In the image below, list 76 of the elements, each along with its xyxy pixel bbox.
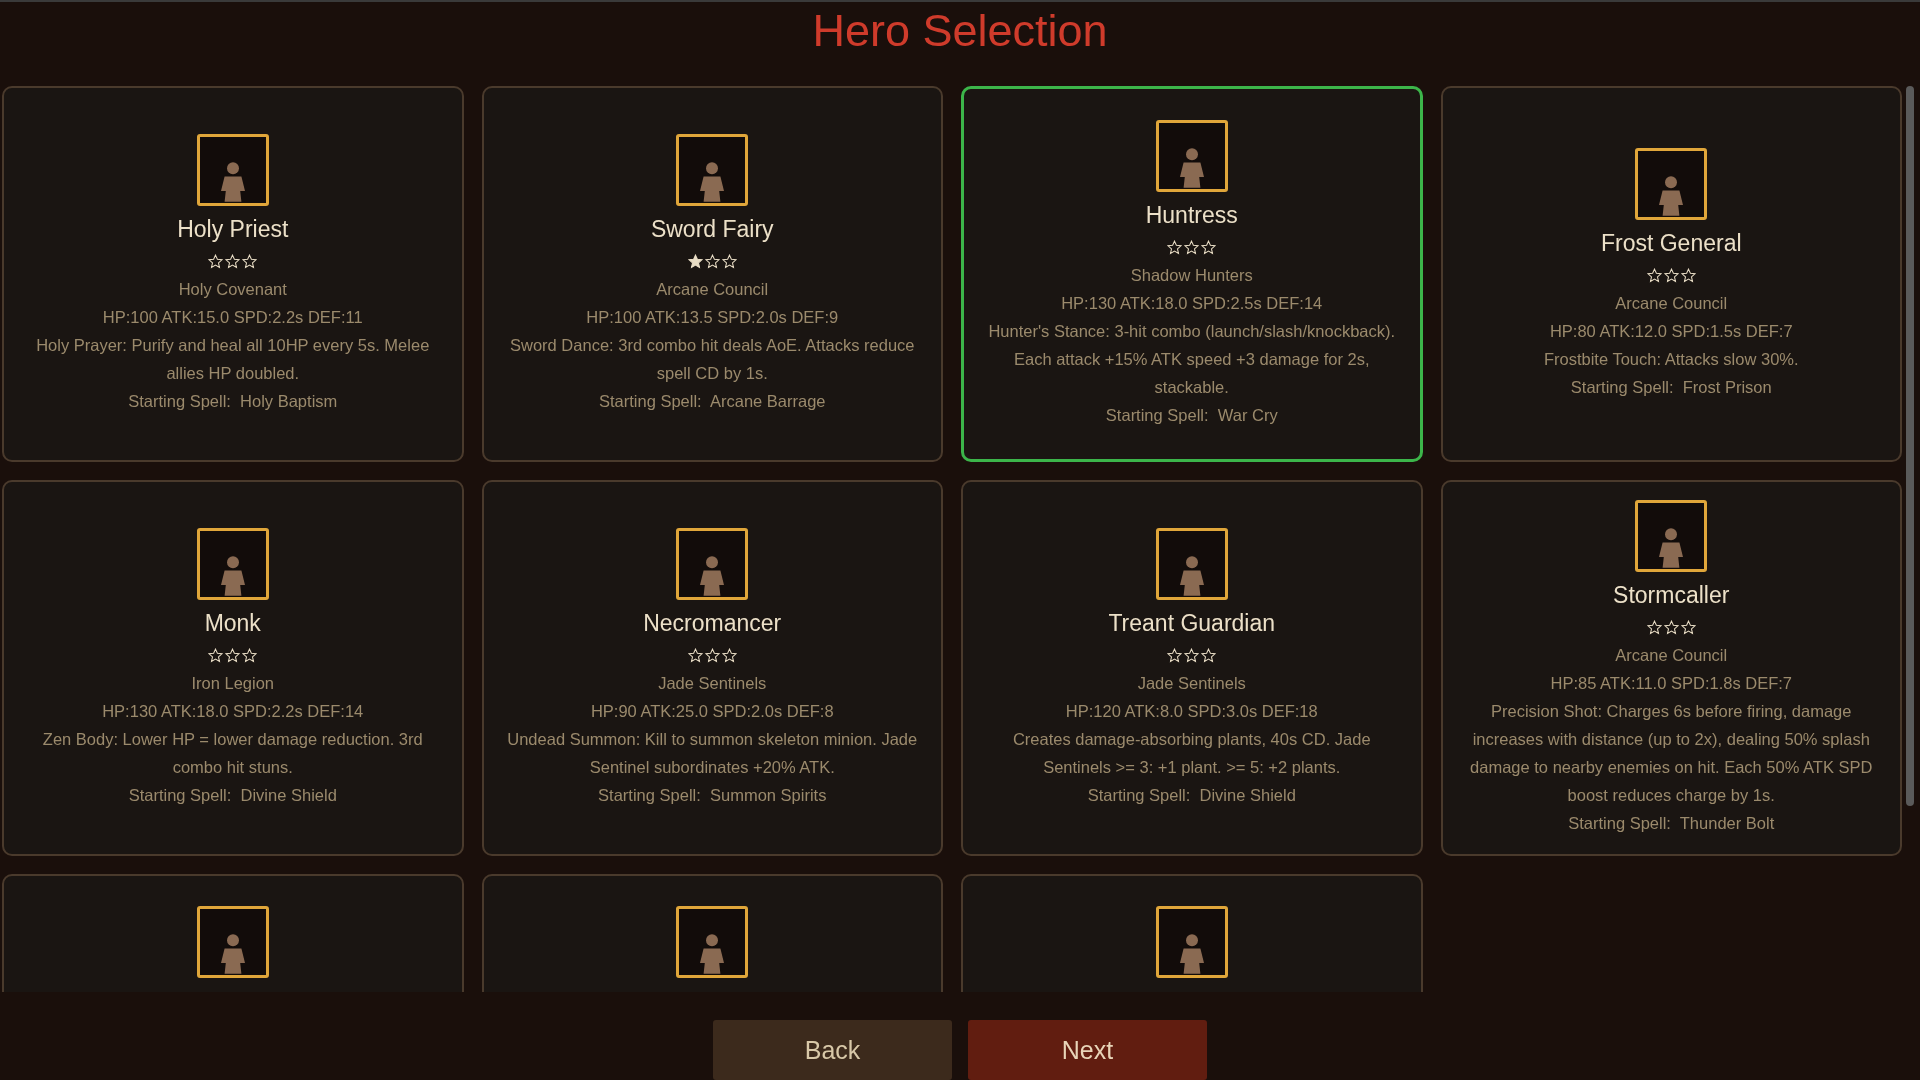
scrollbar-thumb[interactable]: [1906, 86, 1914, 806]
starting-spell-text: Starting Spell: Thunder Bolt: [1568, 812, 1775, 834]
empty-star-icon: [704, 647, 720, 663]
starting-spell-text: Starting Spell: Summon Spirits: [598, 784, 827, 806]
starting-spell-text: Starting Spell: Divine Shield: [1087, 784, 1296, 806]
starting-spell-text: Starting Spell: War Cry: [1105, 404, 1278, 426]
starting-spell-text: Starting Spell: Frost Prison: [1570, 376, 1772, 398]
faction-label: Arcane Council: [656, 278, 769, 300]
starting-spell-text: Starting Spell: Divine Shield: [128, 784, 337, 806]
stats-text: HP:85 ATK:11.0 SPD:1.8s DEF:7: [1550, 672, 1792, 694]
hero-card[interactable]: Sword Fairy Arcane Council HP:100 ATK:13.5 SPD:2.0s DEF:9 Sword Dance: 3rd combo hit deals AoE. Attacks reduce spell CD by 1s. Starting Spell: Arcane Barrage: [481, 86, 943, 462]
empty-star-icon: [208, 647, 224, 663]
empty-star-icon: [1167, 647, 1183, 663]
ability-text: Zen Body: Lower HP = lower damage reduction. 3rd combo hit stuns.: [41, 728, 424, 778]
hero-card[interactable]: Treant Guardian Jade Sentinels HP:120 ATK:8.0 SPD:3.0s DEF:18 Creates damage-absorbing plants, 40s CD. Jade Sentinels >= 3: +1 plant. >= 5: +2 plants. Starting Spell: Divine Shield: [961, 480, 1423, 856]
hero-card[interactable]: Holy Priest Holy Covenant HP:100 ATK:15.0 SPD:2.2s DEF:11 Holy Prayer: Purify and heal all 10HP every 5s. Melee allies HP doubled. Starting Spell: Holy Baptism: [2, 86, 464, 462]
empty-star-icon: [242, 647, 258, 663]
empty-star-icon: [721, 647, 737, 663]
hero-name: Holy Priest: [177, 214, 289, 244]
ability-text: Sword Dance: 3rd combo hit deals AoE. Attacks reduce spell CD by 1s.: [509, 334, 916, 384]
hero-card[interactable]: Monk Iron Legion HP:130 ATK:18.0 SPD:2.2s DEF:14 Zen Body: Lower HP = lower damage reduction. 3rd combo hit stuns. Starting Spell: Divine Shield: [2, 480, 464, 856]
hero-card[interactable]: Necromancer Jade Sentinels HP:90 ATK:25.0 SPD:2.0s DEF:8 Undead Summon: Kill to summon skeleton minion. Jade Sentinel subordinates +20% ATK. Starting Spell: Summon Spirits: [481, 480, 943, 856]
empty-star-icon: [1646, 267, 1662, 283]
hero-card[interactable]: Frost General Arcane Council HP:80 ATK:12.0 SPD:1.5s DEF:7 Frostbite Touch: Attacks slow 30%. Starting Spell: Frost Prison: [1440, 86, 1902, 462]
stats-text: HP:100 ATK:15.0 SPD:2.2s DEF:11: [102, 306, 363, 328]
faction-label: Holy Covenant: [178, 278, 287, 300]
faction-label: Arcane Council: [1615, 644, 1728, 666]
faction-label: Iron Legion: [191, 672, 275, 694]
filled-star-icon: [687, 253, 703, 269]
hero-name: Treant Guardian: [1108, 608, 1276, 638]
faction-label: Shadow Hunters: [1130, 264, 1253, 286]
starting-spell-text: Starting Spell: Arcane Barrage: [598, 390, 826, 412]
empty-star-icon: [721, 253, 737, 269]
empty-star-icon: [1680, 267, 1696, 283]
hero-name: Frost General: [1600, 228, 1742, 258]
empty-star-icon: [1201, 239, 1217, 255]
hero-name: Monk: [204, 608, 261, 638]
empty-star-icon: [1184, 239, 1200, 255]
next-button[interactable]: Next: [968, 1020, 1207, 1080]
ability-text: Frostbite Touch: Attacks slow 30%.: [1543, 348, 1799, 370]
empty-star-icon: [687, 647, 703, 663]
hero-card[interactable]: [1440, 480, 1902, 856]
empty-star-icon: [1663, 619, 1679, 635]
empty-star-icon: [1201, 647, 1217, 663]
hero-name: Huntress: [1145, 200, 1238, 230]
empty-star-icon: [1184, 647, 1200, 663]
empty-star-icon: [225, 647, 241, 663]
stats-text: HP:130 ATK:18.0 SPD:2.5s DEF:14: [1061, 292, 1323, 314]
ability-text: Hunter's Stance: 3-hit combo (launch/slash/knockback).: [988, 320, 1396, 342]
stats-text: HP:130 ATK:18.0 SPD:2.2s DEF:14: [102, 700, 364, 722]
ability-text: Creates damage-absorbing plants, 40s CD. Jade Sentinels >= 3: +1 plant. >= 5: +2 plants.: [1011, 728, 1372, 778]
back-button[interactable]: Back: [713, 1020, 952, 1080]
page-title: Hero Selection: [811, 4, 1109, 58]
empty-star-icon: [1663, 267, 1679, 283]
stats-text: HP:80 ATK:12.0 SPD:1.5s DEF:7: [1549, 320, 1793, 342]
ability-text: Undead Summon: Kill to summon skeleton minion. Jade Sentinel subordinates +20% ATK.: [506, 728, 919, 778]
empty-star-icon: [242, 253, 258, 269]
empty-star-icon: [1646, 619, 1662, 635]
starting-spell-text: Starting Spell: Holy Baptism: [128, 390, 338, 412]
faction-label: Jade Sentinels: [1137, 672, 1246, 694]
ability-text: Precision Shot: Charges 6s before firing, damage increases with distance (up to 2x), dealing 50% splash damage to nearby enemies on hit. Each 50% ATK SPD boost reduces charge by 1s.: [1469, 700, 1874, 806]
hero-name: Sword Fairy: [650, 214, 774, 244]
ability-text: Holy Prayer: Purify and heal all 10HP every 5s. Melee allies HP doubled.: [35, 334, 431, 384]
stats-text: HP:100 ATK:13.5 SPD:2.0s DEF:9: [586, 306, 839, 328]
stats-text: HP:90 ATK:25.0 SPD:2.0s DEF:8: [590, 700, 834, 722]
stats-text: HP:120 ATK:8.0 SPD:3.0s DEF:18: [1065, 700, 1318, 722]
faction-label: Arcane Council: [1615, 292, 1728, 314]
faction-label: Jade Sentinels: [658, 672, 767, 694]
empty-star-icon: [208, 253, 224, 269]
empty-star-icon: [225, 253, 241, 269]
ability-text: Each attack +15% ATK speed +3 damage for 2s, stackable.: [1012, 348, 1371, 398]
hero-name: Stormcaller: [1613, 580, 1730, 610]
empty-star-icon: [1167, 239, 1183, 255]
empty-star-icon: [1680, 619, 1696, 635]
hero-card[interactable]: Huntress Shadow Hunters HP:130 ATK:18.0 SPD:2.5s DEF:14 Hunter's Stance: 3-hit combo (launch/slash/knockback). Each attack +15% ATK speed +3 damage for 2s, stackable. Starting Spell: War Cry: [961, 86, 1423, 462]
hero-name: Necromancer: [643, 608, 782, 638]
